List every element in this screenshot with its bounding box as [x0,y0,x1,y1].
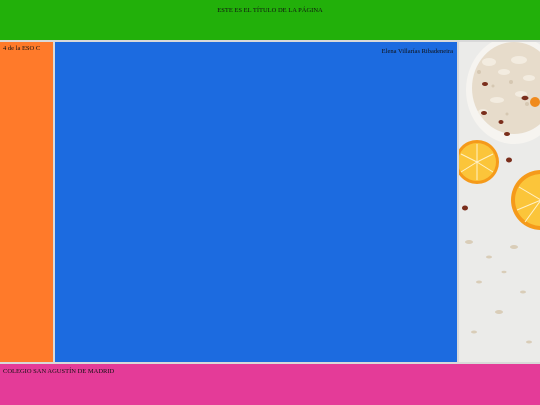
main-content: Elena Villarías Ribadeneira [55,42,457,362]
right-sidebar [459,42,540,362]
food-photo [459,42,540,362]
author-name: Elena Villarías Ribadeneira [381,48,453,55]
class-label: 4 de la ESO C [3,45,41,52]
footer: COLEGIO SAN AGUSTÍN DE MADRID [0,364,540,405]
left-sidebar: 4 de la ESO C [0,42,53,362]
page: ESTE ES EL TÍTULO DE LA PÁGINA 4 de la E… [0,0,540,405]
page-title: ESTE ES EL TÍTULO DE LA PÁGINA [217,7,323,14]
school-name: COLEGIO SAN AGUSTÍN DE MADRID [3,368,115,375]
header: ESTE ES EL TÍTULO DE LA PÁGINA [0,0,540,40]
